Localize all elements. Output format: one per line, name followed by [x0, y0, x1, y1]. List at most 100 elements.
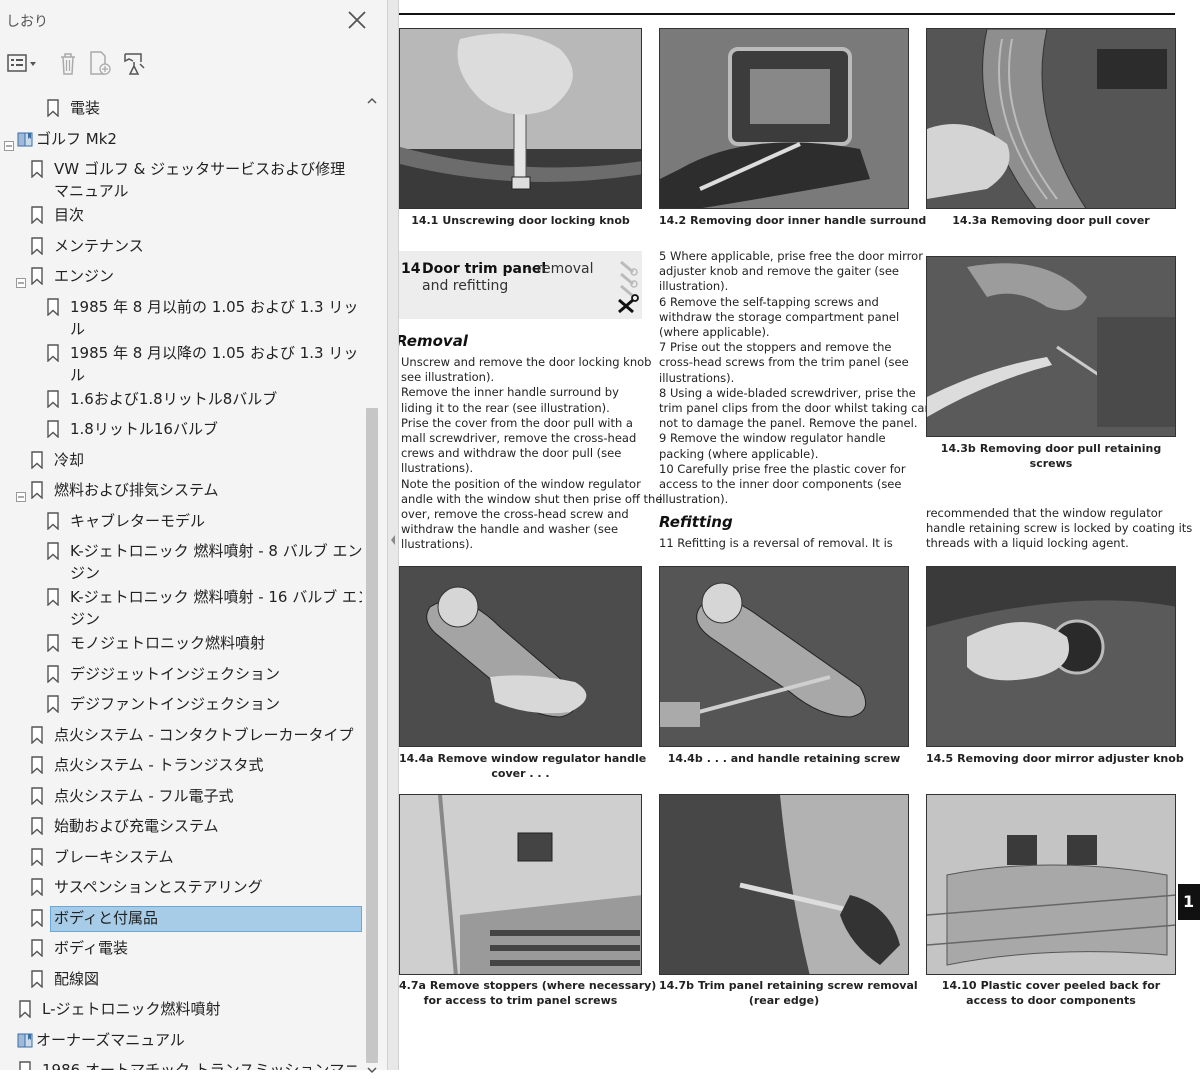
bookmark-item[interactable]: 点火システム - コンタクトブレーカータイプ: [0, 723, 362, 753]
caption-14-4a: 14.4a Remove window regulator handle cover…: [399, 751, 646, 781]
bookmark-item[interactable]: オーナーズマニュアル: [0, 1028, 362, 1058]
bookmark-item[interactable]: 点火システム - トランジスタ式: [0, 753, 362, 783]
text-line: withdraw the handle and washer (see: [401, 522, 619, 537]
bookmark-item[interactable]: K-ジェトロニック 燃料噴射 - 8 バルブ エンジン: [0, 539, 362, 585]
text-line: threads with a liquid locking agent.: [926, 536, 1129, 551]
collapse-toggle-icon[interactable]: [4, 136, 14, 151]
section-subtitle: - removal: [527, 261, 594, 277]
text-line: llustrations).: [401, 537, 474, 552]
bookmark-icon: [30, 725, 44, 745]
bookmark-icon: [46, 343, 60, 363]
caption-text: Remove stoppers (where necessary): [429, 979, 657, 992]
bookmark-label: 目次: [54, 206, 85, 224]
bookmark-icon: [30, 756, 44, 775]
bookmark-label: 冷却: [54, 450, 85, 469]
bookmark-item[interactable]: 1.6および1.8リットル8バルブ: [0, 387, 362, 417]
bookmarks-panel: しおり 電装 ゴルフ Mk2 VW ゴルフ & ジェッタサービスおよび修理マニュ…: [0, 0, 388, 1074]
caption-num: 4.7a: [399, 979, 426, 992]
bookmark-item[interactable]: ブレーキシステム: [0, 845, 362, 875]
book-bookmark-icon: [16, 1031, 36, 1049]
text-line: mall screwdriver, remove the cross-head: [401, 431, 637, 445]
bookmark-icon: [46, 634, 60, 653]
document-page: 14.1 Unscrewing door locking knob 14.2 Rem…: [399, 0, 1200, 1070]
bookmark-icon: [30, 939, 44, 958]
bookmark-item[interactable]: デジファントインジェクション: [0, 692, 362, 722]
caption-num: 14.3a: [952, 214, 987, 227]
bookmark-item[interactable]: 電装: [0, 96, 362, 126]
collapse-toggle-icon[interactable]: [16, 487, 26, 502]
bookmark-label: 1986 オートマチック トランスミッションマニュアル: [42, 1061, 362, 1070]
bookmark-icon: [18, 1000, 32, 1019]
list-options-icon[interactable]: [6, 48, 40, 78]
bookmark-item[interactable]: 1986 オートマチック トランスミッションマニュアル: [0, 1058, 362, 1070]
bookmark-icon: [46, 297, 60, 317]
text-line: andle with the window shut then prise of…: [401, 491, 663, 506]
scroll-down-icon[interactable]: [366, 1060, 378, 1074]
text-line: illustration).: [659, 492, 729, 507]
scrollbar-thumb[interactable]: [366, 408, 378, 1063]
bookmark-icon: [30, 786, 44, 806]
caption-num: 14.4b: [667, 752, 703, 765]
bookmark-icon: [30, 236, 44, 256]
bookmark-item[interactable]: モノジェトロニック燃料噴射: [0, 631, 362, 661]
caption-text-line2: for access to trim panel screws: [423, 994, 618, 1007]
chapter-tab-number: 1: [1183, 892, 1195, 911]
bookmark-item[interactable]: 配線図: [0, 967, 362, 997]
photo-14-3a: [926, 28, 1176, 209]
text-line: handle retaining screw is locked by coat…: [926, 521, 1193, 536]
bookmark-item[interactable]: VW ゴルフ & ジェッタサービスおよび修理マニュアル: [0, 157, 362, 203]
bookmark-item[interactable]: キャブレターモデル: [0, 509, 362, 539]
bookmark-icon: [30, 969, 44, 989]
bookmark-item[interactable]: メンテナンス: [0, 234, 362, 264]
bookmark-item[interactable]: ゴルフ Mk2: [0, 127, 362, 157]
bookmark-label: 1.8リットル16バルブ: [70, 420, 218, 438]
caption-text: Trim panel retaining screw removal: [698, 979, 918, 992]
caption-text-line2: (rear edge): [748, 994, 820, 1007]
text-line: illustrations).: [659, 370, 735, 385]
bookmark-item[interactable]: 1985 年 8 月以前の 1.05 および 1.3 リットル: [0, 295, 362, 341]
find-bookmark-icon[interactable]: [120, 48, 148, 78]
bookmark-item[interactable]: 1985 年 8 月以降の 1.05 および 1.3 リットル: [0, 341, 362, 387]
bookmark-label: オーナーズマニュアル: [36, 1030, 185, 1049]
bookmark-icon: [30, 481, 44, 500]
bookmark-label: 燃料および排気システム: [54, 481, 219, 499]
bookmark-icon: [30, 817, 44, 836]
bookmark-item[interactable]: 燃料および排気システム: [0, 478, 362, 508]
new-bookmark-icon[interactable]: [86, 48, 114, 78]
bookmark-icon: [30, 267, 44, 286]
bookmark-item[interactable]: 1.8リットル16バルブ: [0, 417, 362, 447]
text-line: 8 Using a wide-bladed screwdriver, prise…: [659, 385, 916, 400]
text-line: not to damage the panel. Remove the pane…: [659, 416, 918, 431]
caption-num: 14.4a: [399, 752, 434, 765]
bookmark-label: ゴルフ Mk2: [36, 129, 117, 148]
bookmark-item[interactable]: 冷却: [0, 448, 362, 478]
close-icon[interactable]: [345, 8, 369, 32]
bookmark-label: デジファントインジェクション: [70, 695, 281, 713]
bookmark-label: キャブレターモデル: [70, 511, 206, 530]
bookmark-icon: [30, 450, 44, 470]
text-line: 10 Carefully prise free the plastic cove…: [659, 461, 906, 476]
bookmark-label: K-ジェトロニック 燃料噴射 - 16 バルブ エンジン: [70, 588, 362, 628]
bookmark-item[interactable]: サスペンションとステアリング: [0, 875, 362, 905]
collapse-panel-icon[interactable]: [388, 532, 398, 548]
bookmark-label: メンテナンス: [54, 236, 144, 255]
caption-text-line2: cover . . .: [491, 767, 550, 780]
bookmark-item[interactable]: 始動および充電システム: [0, 814, 362, 844]
bookmark-item[interactable]: 点火システム - フル電子式: [0, 784, 362, 814]
bookmark-icon: [46, 511, 60, 531]
collapse-toggle-icon[interactable]: [16, 273, 26, 288]
bookmark-item[interactable]: K-ジェトロニック 燃料噴射 - 16 バルブ エンジン: [0, 585, 362, 631]
caption-text: Removing door pull cover: [990, 214, 1150, 227]
bookmark-item[interactable]: ボディと付属品: [0, 905, 362, 936]
bookmark-item[interactable]: L-ジェトロニック燃料噴射: [0, 997, 362, 1027]
bookmark-icon: [30, 206, 44, 225]
bookmark-item[interactable]: 目次: [0, 203, 362, 233]
trash-icon[interactable]: [54, 48, 82, 78]
bookmark-item[interactable]: デジジェットインジェクション: [0, 662, 362, 692]
photo-14-4a: [399, 566, 642, 747]
photo-14-7a: [399, 794, 642, 975]
bookmark-item[interactable]: ボディ電装: [0, 936, 362, 966]
refitting-paragraph: 11 Refitting is a reversal of removal. I…: [659, 536, 893, 550]
scroll-up-icon[interactable]: [366, 93, 378, 107]
bookmark-item[interactable]: エンジン: [0, 264, 362, 294]
